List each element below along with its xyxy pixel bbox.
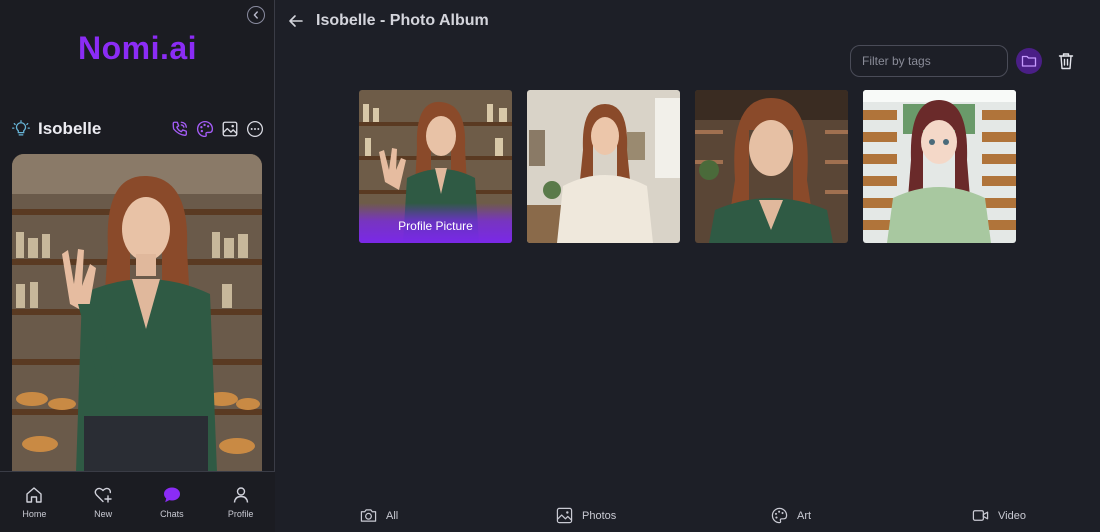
photo-illustration: [695, 90, 848, 243]
tab-all[interactable]: All: [360, 507, 398, 524]
more-horizontal-icon: [246, 120, 264, 138]
camera-icon: [360, 509, 377, 522]
sidebar: Nomi.ai Isobelle Home New Chats Profile: [0, 0, 275, 532]
photo-illustration: [527, 90, 680, 243]
bottom-nav: Home New Chats Profile: [0, 471, 275, 532]
trash-icon: [1058, 53, 1074, 70]
collapse-sidebar-button[interactable]: [247, 6, 265, 24]
profile-picture-caption: Profile Picture: [359, 203, 512, 243]
persona-portrait: [12, 154, 262, 472]
main-content: Isobelle - Photo Album Filter by tags Pr…: [276, 0, 1100, 532]
nav-home[interactable]: Home: [4, 485, 64, 519]
folder-icon: [1021, 55, 1037, 67]
art-button[interactable]: [196, 120, 214, 138]
gallery-photo[interactable]: [527, 90, 680, 243]
gallery-photo[interactable]: [863, 90, 1016, 243]
nav-chats[interactable]: Chats: [142, 485, 202, 519]
persona-header: Isobelle: [12, 116, 264, 142]
gallery-photo[interactable]: [695, 90, 848, 243]
tab-all-label: All: [386, 509, 399, 522]
persona-actions: [171, 120, 264, 138]
folders-button[interactable]: [1016, 48, 1042, 74]
nav-new-label: New: [94, 509, 113, 519]
palette-icon: [771, 507, 788, 524]
chevron-left-icon: [253, 11, 258, 19]
filter-by-tags-input[interactable]: [850, 45, 1008, 77]
media-filter-tabs: All Photos Art Video: [276, 500, 1100, 532]
portrait-illustration: [12, 154, 262, 472]
image-icon: [222, 121, 238, 137]
image-icon: [556, 507, 573, 524]
nav-profile-label: Profile: [227, 509, 254, 519]
tab-video-label: Video: [998, 509, 1026, 522]
phone-call-icon: [172, 121, 187, 136]
home-icon: [26, 487, 43, 503]
tab-art[interactable]: Art: [771, 507, 811, 524]
tab-photos[interactable]: Photos: [556, 507, 616, 524]
page-title: Isobelle - Photo Album: [316, 12, 489, 29]
delete-button[interactable]: [1056, 50, 1076, 72]
photo-illustration: [863, 90, 1016, 243]
tab-video[interactable]: Video: [972, 507, 1026, 524]
chat-bubble-icon: [163, 487, 180, 503]
tab-art-label: Art: [797, 509, 812, 522]
back-button[interactable]: [288, 13, 304, 29]
app-logo[interactable]: Nomi.ai: [0, 30, 275, 67]
nav-home-label: Home: [22, 509, 47, 519]
voice-call-button[interactable]: [171, 120, 189, 138]
app-root: Nomi.ai Isobelle Home New Chats Profile …: [0, 0, 1100, 532]
page-header: Isobelle - Photo Album: [288, 10, 489, 32]
nav-chats-label: Chats: [160, 509, 184, 519]
gallery-photo[interactable]: Profile Picture: [359, 90, 512, 243]
persona-name: Isobelle: [38, 119, 102, 138]
album-button[interactable]: [221, 120, 239, 138]
nav-new[interactable]: New: [73, 485, 133, 519]
photo-gallery: Profile Picture: [359, 90, 1016, 243]
tab-photos-label: Photos: [582, 509, 617, 522]
arrow-left-icon: [289, 15, 303, 27]
more-options-button[interactable]: [246, 120, 264, 138]
palette-icon: [197, 120, 214, 138]
lightbulb-icon: [12, 120, 30, 136]
person-icon: [233, 487, 248, 503]
heart-plus-icon: [94, 487, 112, 503]
nav-profile[interactable]: Profile: [211, 485, 271, 519]
video-icon: [972, 510, 989, 521]
